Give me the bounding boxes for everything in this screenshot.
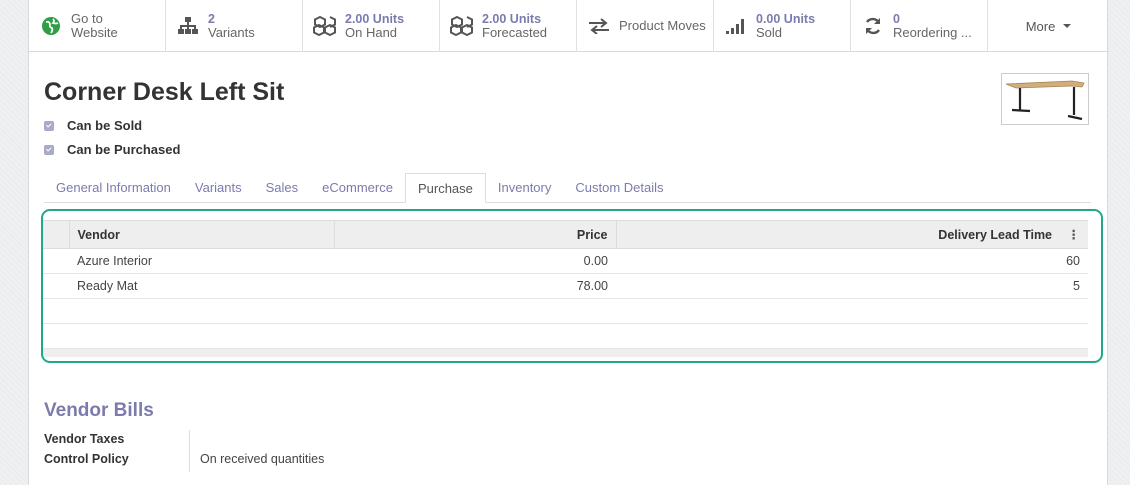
go-to-website-button[interactable]: Go to Website — [29, 0, 166, 52]
checkbox-checked[interactable] — [44, 144, 54, 155]
vendor-taxes-label: Vendor Taxes — [44, 432, 125, 446]
sitemap-icon — [174, 14, 202, 38]
can-be-purchased-checkbox-row[interactable]: Can be Purchased — [44, 142, 180, 157]
caret-down-icon — [1063, 24, 1072, 28]
product-image[interactable] — [1001, 73, 1089, 125]
sold-button[interactable]: 0.00 Units Sold — [714, 0, 851, 52]
tab-general-information[interactable]: General Information — [44, 173, 183, 203]
stat-button-bar: Go to Website 2 Variants 2.00 Units On H… — [29, 0, 1109, 52]
refresh-icon — [859, 14, 887, 38]
product-tabs: General Information Variants Sales eComm… — [44, 173, 1091, 203]
tab-sales[interactable]: Sales — [254, 173, 311, 203]
variants-button[interactable]: 2 Variants — [166, 0, 303, 52]
can-be-sold-checkbox-row[interactable]: Can be Sold — [44, 118, 142, 133]
more-dropdown-button[interactable]: More — [988, 0, 1109, 52]
checkbox-checked[interactable] — [44, 120, 54, 131]
cubes-icon — [311, 14, 339, 38]
vendor-bills-title: Vendor Bills — [44, 400, 154, 421]
form-sheet: Go to Website 2 Variants 2.00 Units On H… — [28, 0, 1109, 485]
signal-icon — [722, 14, 750, 38]
tab-inventory[interactable]: Inventory — [486, 173, 563, 203]
globe-icon — [37, 14, 65, 38]
exchange-icon — [585, 14, 613, 38]
tab-variants[interactable]: Variants — [183, 173, 254, 203]
tab-ecommerce[interactable]: eCommerce — [310, 173, 405, 203]
product-moves-button[interactable]: Product Moves — [577, 0, 714, 52]
tab-purchase[interactable]: Purchase — [404, 173, 486, 203]
tab-custom-details[interactable]: Custom Details — [563, 173, 675, 203]
table-highlight-frame — [41, 209, 1103, 363]
forecasted-button[interactable]: 2.00 Units Forecasted — [440, 0, 577, 52]
product-name[interactable]: Corner Desk Left Sit — [44, 78, 284, 107]
reordering-button[interactable]: 0 Reordering ... — [851, 0, 988, 52]
on-hand-button[interactable]: 2.00 Units On Hand — [303, 0, 440, 52]
control-policy-label: Control Policy — [44, 452, 129, 466]
control-policy-value[interactable]: On received quantities — [200, 452, 324, 466]
cubes-icon — [448, 14, 476, 38]
field-separator — [189, 430, 190, 472]
